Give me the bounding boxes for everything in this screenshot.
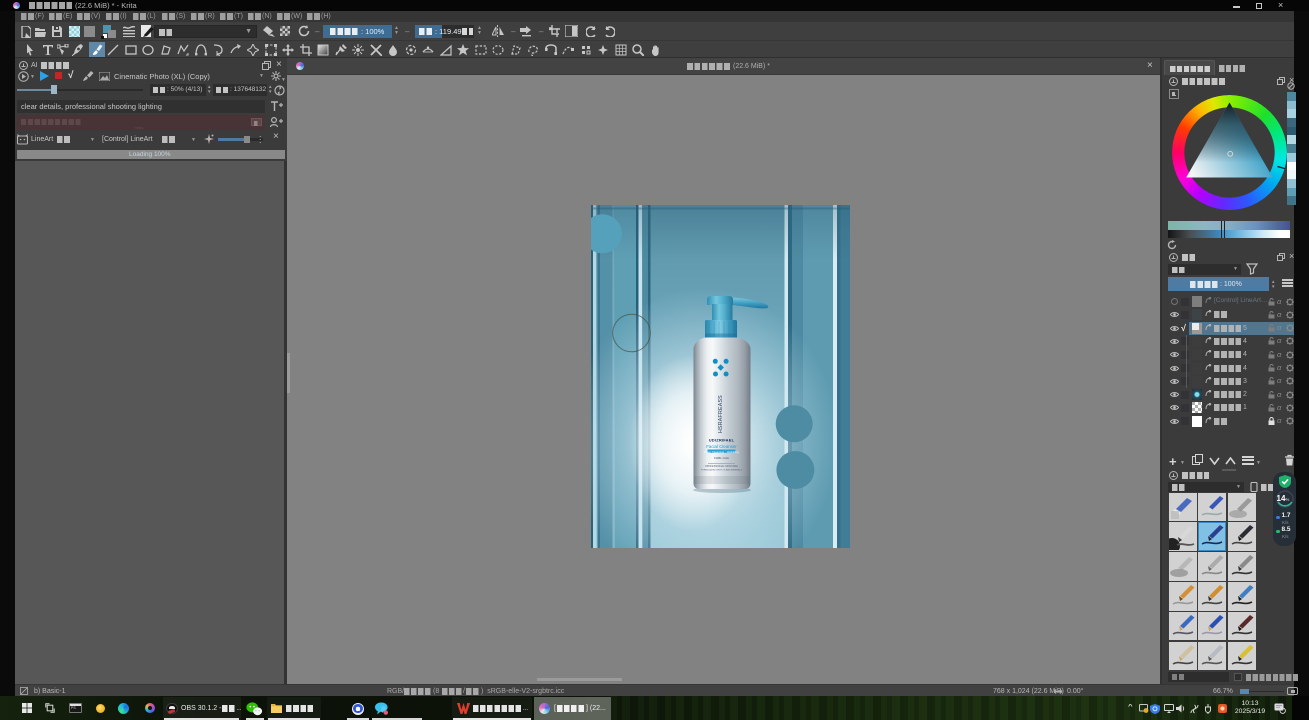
svg-text:UDIZRIFAEL: UDIZRIFAEL — [709, 438, 735, 443]
svg-text:PROFESSIONAL SKINCARE: PROFESSIONAL SKINCARE — [705, 465, 738, 468]
svg-text:FORMULATED WITH OCEAN MINERALS: FORMULATED WITH OCEAN MINERALS — [701, 469, 743, 472]
svg-text:HSRAFREASS: HSRAFREASS — [718, 395, 724, 433]
svg-text:FHBL CHA: FHBL CHA — [714, 456, 729, 460]
svg-text:Deep Cleansing · Hydrating: Deep Cleansing · Hydrating — [704, 450, 739, 454]
svg-text:Facial Cleanser: Facial Cleanser — [706, 444, 737, 449]
